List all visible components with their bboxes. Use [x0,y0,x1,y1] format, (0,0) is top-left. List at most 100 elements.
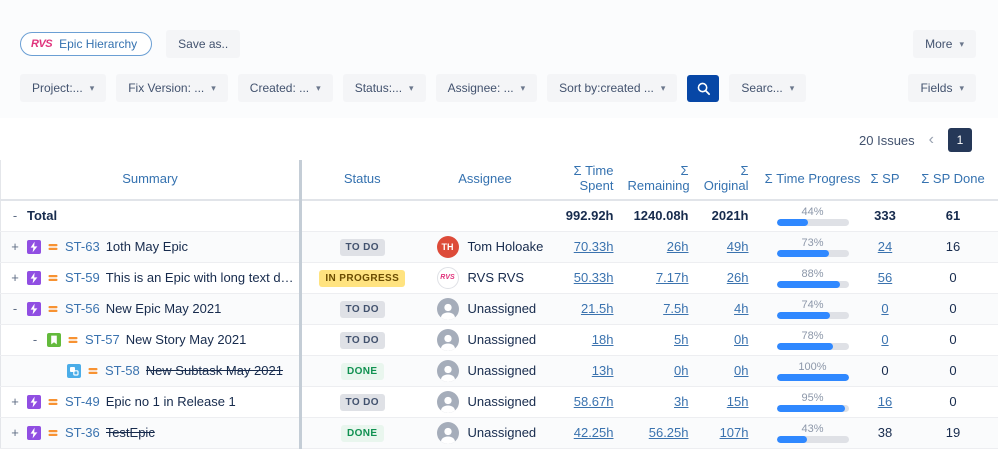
issue-key-link[interactable]: ST-59 [65,270,100,285]
current-page-button[interactable]: 1 [948,128,972,152]
column-header[interactable]: Status [301,160,423,200]
search-icon [696,81,711,96]
time-spent-value[interactable]: 70.33h [574,239,614,254]
time-remaining-value-cell: 7.5h [628,293,703,324]
sp-value[interactable]: 0 [881,301,888,316]
time-original-value[interactable]: 49h [727,239,749,254]
summary-cell: -Total [1,200,301,231]
chevron-down-icon: ▾ [409,84,414,93]
time-spent-value[interactable]: 42.25h [574,425,614,440]
time-remaining-value[interactable]: 0h [674,363,688,378]
assignee-name: Unassigned [468,301,537,316]
column-header[interactable]: Σ SP [863,160,908,200]
fields-button[interactable]: Fields ▾ [908,74,976,102]
progress-bar-fill [777,312,830,319]
sp-value[interactable]: 24 [878,239,892,254]
column-header[interactable]: Σ Time Spent [548,160,628,200]
time-remaining-value[interactable]: 7.5h [663,301,688,316]
sp-value[interactable]: 0 [881,332,888,347]
expand-toggle[interactable]: - [9,208,21,223]
sp-done-cell: 0 [908,355,998,386]
search-dropdown-label: Searc... [741,81,782,95]
sp-value[interactable]: 56 [878,270,892,285]
filter-button[interactable]: Project:...▾ [20,74,106,102]
status-lozenge[interactable]: DONE [341,425,384,442]
status-lozenge[interactable]: DONE [341,363,384,380]
time-remaining-value[interactable]: 5h [674,332,688,347]
expand-toggle[interactable]: + [9,425,21,440]
summary-cell: - ST-57 New Story May 2021 [1,324,301,355]
time-remaining-value[interactable]: 3h [674,394,688,409]
time-original-value-cell: 4h [703,293,763,324]
progress-bar [777,281,849,288]
expand-toggle[interactable]: + [9,394,21,409]
column-header[interactable]: Σ Original [703,160,763,200]
priority-medium-icon [87,365,99,377]
time-original-value[interactable]: 15h [727,394,749,409]
sp-cell: 0 [863,355,908,386]
time-remaining-value[interactable]: 7.17h [656,270,689,285]
status-lozenge[interactable]: TO DO [340,332,385,349]
filter-button[interactable]: Status:...▾ [343,74,426,102]
sp-value[interactable]: 16 [878,394,892,409]
expand-toggle[interactable]: + [9,239,21,254]
issue-key-link[interactable]: ST-58 [105,363,140,378]
issue-key-link[interactable]: ST-49 [65,394,100,409]
time-spent-value[interactable]: 13h [592,363,614,378]
time-spent-value-cell: 13h [548,355,628,386]
expand-toggle[interactable]: - [9,301,21,316]
time-progress-cell: 43% [763,417,863,448]
status-lozenge[interactable]: TO DO [340,394,385,411]
issue-summary: New Story May 2021 [126,332,247,347]
issue-key-link[interactable]: ST-36 [65,425,100,440]
column-header[interactable]: Assignee [423,160,548,200]
issue-key-link[interactable]: ST-56 [65,301,100,316]
time-remaining-value[interactable]: 56.25h [649,425,689,440]
expand-toggle[interactable]: + [9,270,21,285]
issue-summary: Epic no 1 in Release 1 [106,394,236,409]
status-lozenge[interactable]: TO DO [340,301,385,318]
column-header[interactable]: Σ Time Progress [763,160,863,200]
issue-key-link[interactable]: ST-57 [85,332,120,347]
time-original-value[interactable]: 0h [734,363,748,378]
progress-bar [777,436,849,443]
issues-count-label: 20 Issues [859,133,915,148]
time-original-value[interactable]: 107h [720,425,749,440]
more-label: More [925,37,952,51]
sp-cell: 38 [863,417,908,448]
issue-key-link[interactable]: ST-63 [65,239,100,254]
filter-button[interactable]: Fix Version: ...▾ [116,74,228,102]
time-spent-value[interactable]: 58.67h [574,394,614,409]
time-original-value[interactable]: 4h [734,301,748,316]
sp-done-cell: 16 [908,231,998,262]
time-spent-value[interactable]: 21.5h [581,301,614,316]
status-cell: IN PROGRESS [301,262,423,293]
filter-button[interactable]: Created: ...▾ [238,74,333,102]
save-as-button[interactable]: Save as.. [166,30,240,58]
status-lozenge[interactable]: IN PROGRESS [319,270,405,287]
assignee-name: Unassigned [468,332,537,347]
progress-bar-fill [777,405,845,412]
time-spent-value[interactable]: 50.33h [574,270,614,285]
filter-label: Fix Version: ... [128,81,204,95]
time-original-value[interactable]: 26h [727,270,749,285]
filter-button[interactable]: Sort by:created ...▾ [547,74,677,102]
search-button[interactable] [687,75,719,102]
column-header[interactable]: Σ Remaining [628,160,703,200]
expand-toggle[interactable]: - [29,332,41,347]
assignee-cell: Unassigned [423,417,548,448]
time-spent-value[interactable]: 18h [592,332,614,347]
report-type-badge[interactable]: RVS Epic Hierarchy [20,32,152,56]
time-remaining-value[interactable]: 26h [667,239,689,254]
status-lozenge[interactable]: TO DO [340,239,385,256]
search-dropdown[interactable]: Searc... ▾ [729,74,806,102]
column-header[interactable]: Σ SP Done [908,160,998,200]
filter-buttons: Project:...▾Fix Version: ...▾Created: ..… [20,74,677,102]
assignee-name: Tom Holoake [468,239,544,254]
column-header[interactable]: Summary [1,160,301,200]
chevron-left-icon[interactable]: ‹ [927,131,936,149]
filter-button[interactable]: Assignee: ...▾ [436,74,538,102]
sp-done-value: 61 [946,208,960,223]
more-button[interactable]: More ▾ [913,30,976,58]
time-original-value[interactable]: 0h [734,332,748,347]
